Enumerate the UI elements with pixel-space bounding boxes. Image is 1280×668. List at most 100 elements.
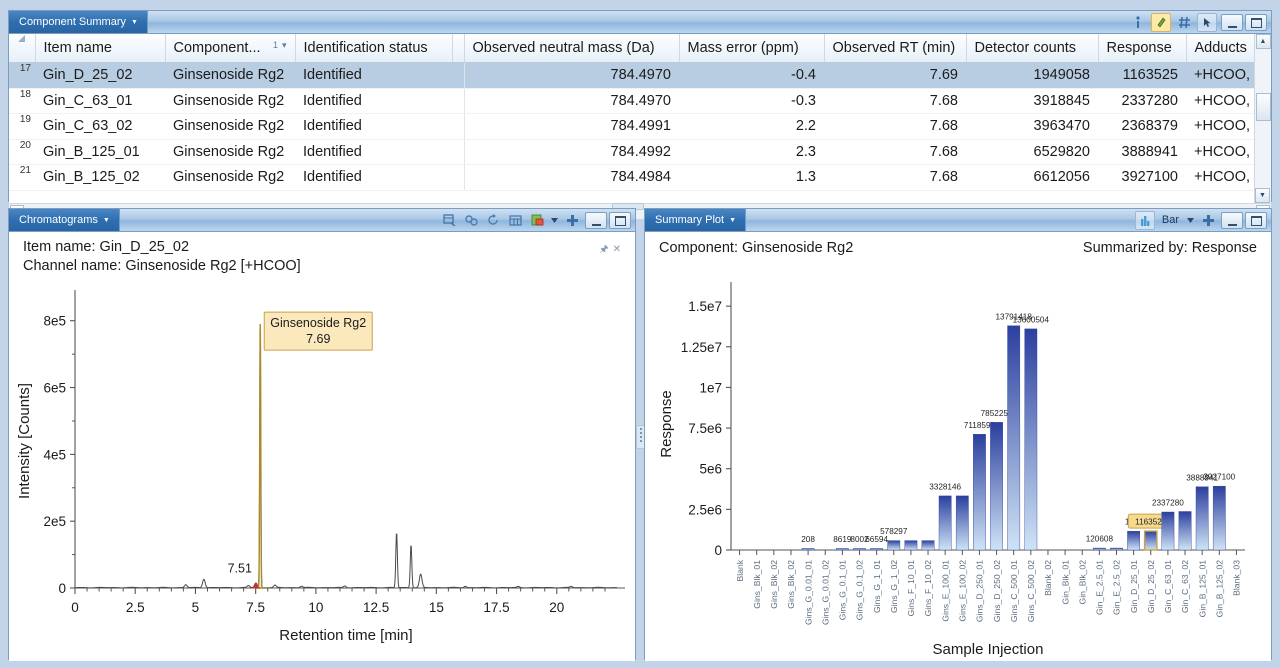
hash-icon[interactable] [1175, 14, 1193, 31]
component-summary-window: Component Summary ▼ [8, 10, 1272, 202]
scroll-up-button[interactable]: ▲ [1256, 34, 1271, 49]
summary-bar[interactable] [1025, 329, 1037, 550]
summary-bar[interactable] [922, 541, 934, 550]
summary-bar[interactable] [973, 434, 985, 550]
pointer-icon[interactable] [1197, 13, 1217, 32]
refresh-icon[interactable] [484, 212, 502, 229]
chevron-down-icon[interactable]: ▼ [131, 19, 138, 26]
scroll-thumb[interactable] [1256, 93, 1271, 121]
chromatogram-chart[interactable]: 02e54e56e58e502.557.51012.51517.5207.51G… [9, 276, 635, 658]
table-row[interactable]: 20Gin_B_125_01Ginsenoside Rg2Identified7… [9, 139, 1271, 165]
cell-observed-rt: 7.68 [824, 114, 966, 140]
bar-chart-icon[interactable] [1135, 211, 1155, 230]
col-header-identification-status[interactable]: Identification status [295, 34, 452, 63]
col-header-mass-error[interactable]: Mass error (ppm) [679, 34, 824, 63]
cell-mass-error: 1.3 [679, 165, 824, 191]
chart-type-label[interactable]: Bar [1159, 214, 1182, 226]
summary-xtick-label: Gin_B_125_01 [1197, 560, 1207, 618]
col-header-observed-rt[interactable]: Observed RT (min) [824, 34, 966, 63]
sort-order-index: 1 [273, 40, 278, 50]
summary-xtick-label: Gins_D_250_01 [975, 560, 985, 622]
col-header-select-all[interactable] [9, 34, 35, 63]
chromatogram-xlabel: Retention time [min] [279, 627, 412, 644]
col-header-detector-counts[interactable]: Detector counts [966, 34, 1098, 63]
summary-bar[interactable] [802, 549, 814, 551]
restore-button[interactable] [1245, 212, 1267, 229]
summary-bar[interactable] [939, 496, 951, 550]
summary-bar[interactable] [870, 549, 882, 551]
restore-button[interactable] [609, 212, 631, 229]
summary-bar[interactable] [1008, 326, 1020, 550]
summary-bar[interactable] [1145, 531, 1157, 550]
summary-bar-value-label: 120608 [1086, 535, 1114, 544]
chevron-down-icon[interactable] [1186, 212, 1195, 229]
scroll-down-button[interactable]: ▼ [1255, 188, 1270, 203]
tab-chromatograms-label: Chromatograms [19, 214, 98, 226]
move-icon[interactable] [563, 212, 581, 229]
chevron-down-icon[interactable] [550, 212, 559, 229]
chevron-down-icon[interactable]: ▼ [103, 217, 110, 224]
tab-chromatograms[interactable]: Chromatograms ▼ [9, 209, 120, 231]
table-row[interactable]: 17Gin_D_25_02Ginsenoside Rg2Identified78… [9, 63, 1271, 89]
cell-item-name: Gin_C_63_02 [35, 114, 165, 140]
table-body: 17Gin_D_25_02Ginsenoside Rg2Identified78… [9, 63, 1271, 191]
summary-bar-value-label: 3927100 [1203, 473, 1235, 482]
summary-bar-value-label: 66594 [865, 535, 888, 544]
table-row[interactable]: 18Gin_C_63_01Ginsenoside Rg2Identified78… [9, 88, 1271, 114]
cell-response: 2337280 [1098, 88, 1186, 114]
move-icon[interactable] [1199, 212, 1217, 229]
pin-icon[interactable]: 🖈 [599, 244, 608, 255]
summary-bar[interactable] [1179, 511, 1191, 550]
col-header-observed-neutral-mass[interactable]: Observed neutral mass (Da) [464, 34, 679, 63]
table-icon[interactable] [506, 212, 524, 229]
col-header-item-name[interactable]: Item name [35, 34, 165, 63]
summary-bar[interactable] [1213, 486, 1225, 550]
sort-caret-icon[interactable]: ▾ [282, 40, 287, 51]
summary-xtick-label: Gins_Blk_01 [752, 560, 762, 609]
cell-identification-status: Identified [295, 114, 452, 140]
highlight-icon[interactable] [1151, 13, 1171, 32]
summary-bar[interactable] [1110, 548, 1122, 550]
chromatogram-rt-label: 7.51 [228, 562, 252, 576]
cell-response: 2368379 [1098, 114, 1186, 140]
table-row[interactable]: 21Gin_B_125_02Ginsenoside Rg2Identified7… [9, 165, 1271, 191]
grid-vertical-scrollbar[interactable]: ▲ [1254, 34, 1271, 203]
tab-component-summary[interactable]: Component Summary ▼ [9, 11, 148, 33]
minimize-button[interactable] [1221, 212, 1243, 229]
export-icon[interactable] [528, 212, 546, 229]
summary-bar[interactable] [1162, 512, 1174, 550]
cell-identification-status: Identified [295, 63, 452, 89]
summary-plot-titlebar: Summary Plot ▼ Bar [645, 209, 1271, 232]
summary-bar[interactable] [1196, 487, 1208, 550]
summary-xtick-label: Gins_G_0.1_01 [838, 560, 848, 620]
cell-response: 3888941 [1098, 139, 1186, 165]
summary-bar[interactable] [1127, 531, 1139, 550]
minimize-button[interactable] [1221, 14, 1243, 31]
summary-bar[interactable] [888, 541, 900, 550]
cell-mass-error: -0.3 [679, 88, 824, 114]
minimize-button[interactable] [585, 212, 607, 229]
chromatogram-ytick: 8e5 [43, 314, 66, 329]
link-icon[interactable] [462, 212, 480, 229]
summary-xtick-label: Blank_02 [1043, 560, 1053, 596]
col-header-component[interactable]: Component... ▾ 1 [165, 34, 295, 63]
chromatogram-ytick: 4e5 [43, 447, 66, 462]
summary-bar[interactable] [990, 422, 1002, 550]
summary-plot-toolbar: Bar [1135, 211, 1221, 230]
summary-bar[interactable] [836, 549, 848, 551]
close-icon[interactable]: ✕ [613, 244, 621, 255]
table-row[interactable]: 19Gin_C_63_02Ginsenoside Rg2Identified78… [9, 114, 1271, 140]
summary-bar[interactable] [956, 496, 968, 550]
summary-bar[interactable] [853, 549, 865, 551]
col-header-response[interactable]: Response [1098, 34, 1186, 63]
info-icon[interactable] [1129, 14, 1147, 31]
tab-summary-plot[interactable]: Summary Plot ▼ [645, 209, 746, 231]
summary-bar-chart[interactable]: 02.5e65e67.5e61e71.25e71.5e7BlankGins_Bl… [645, 258, 1271, 658]
restore-button[interactable] [1245, 14, 1267, 31]
chevron-down-icon[interactable]: ▼ [729, 217, 736, 224]
extract-icon[interactable] [440, 212, 458, 229]
cell-response: 3927100 [1098, 165, 1186, 191]
summary-bar[interactable] [1093, 548, 1105, 550]
integrated-peak-highlight[interactable] [255, 324, 266, 588]
summary-bar[interactable] [905, 541, 917, 550]
